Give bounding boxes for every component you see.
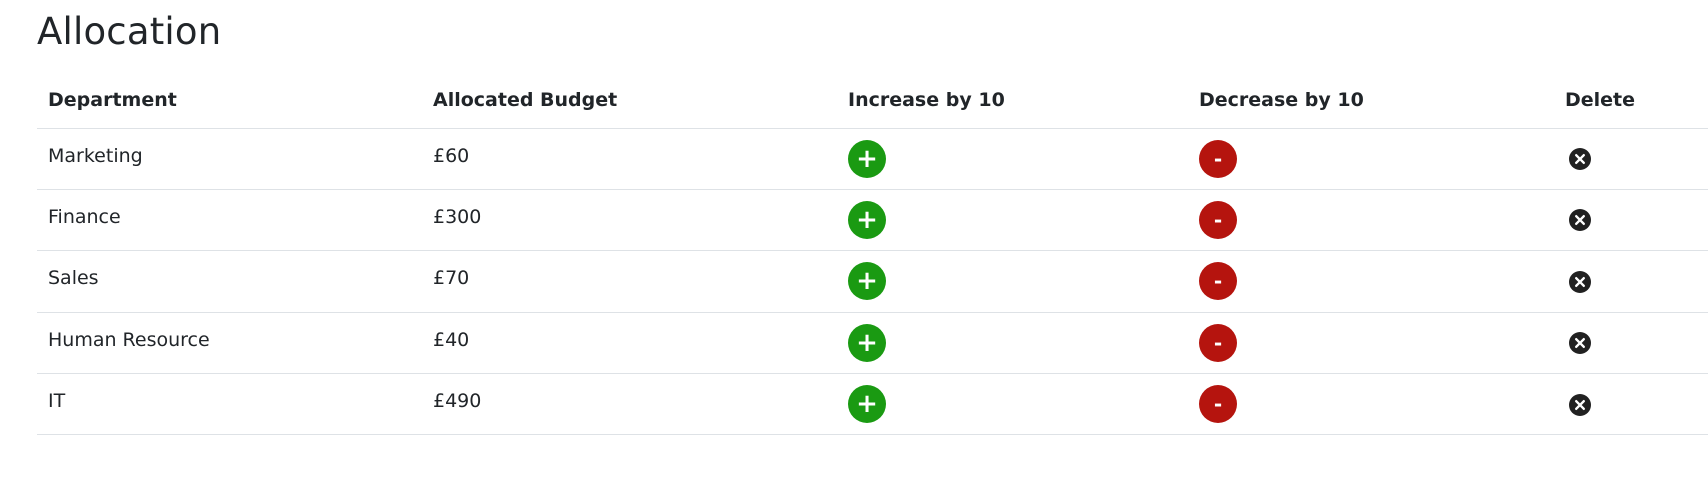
circle-x-icon <box>1575 153 1585 164</box>
circle-x-icon <box>1575 276 1585 287</box>
delete-button[interactable] <box>1569 209 1591 232</box>
allocation-table: Department Allocated Budget Increase by … <box>37 72 1708 436</box>
table-row: IT £490 + - <box>37 373 1708 436</box>
delete-cell <box>1554 312 1708 375</box>
increase-cell: + <box>837 128 1188 190</box>
increase-cell: + <box>837 373 1188 436</box>
table-header-row: Department Allocated Budget Increase by … <box>37 72 1708 129</box>
department-cell: Finance <box>37 189 422 252</box>
decrease-cell: - <box>1188 373 1554 436</box>
decrease-button[interactable]: - <box>1199 323 1237 362</box>
table-row: Finance £300 + - <box>37 189 1708 252</box>
increase-button[interactable]: + <box>848 201 886 240</box>
delete-cell <box>1554 250 1708 313</box>
increase-button[interactable]: + <box>848 262 886 301</box>
budget-cell: £300 <box>422 189 837 252</box>
delete-button[interactable] <box>1569 393 1591 416</box>
budget-cell: £40 <box>422 312 837 375</box>
department-cell: Sales <box>37 250 422 313</box>
department-name: Human Resource <box>48 328 210 351</box>
allocated-budget-value: £300 <box>433 206 482 229</box>
department-name: Sales <box>48 267 99 290</box>
department-cell: Marketing <box>37 128 422 190</box>
decrease-cell: - <box>1188 250 1554 313</box>
budget-cell: £60 <box>422 128 837 190</box>
page-title: Allocation <box>37 10 222 53</box>
decrease-cell: - <box>1188 128 1554 190</box>
delete-button[interactable] <box>1569 270 1591 293</box>
department-name: Marketing <box>48 144 143 167</box>
decrease-button[interactable]: - <box>1199 385 1237 424</box>
allocated-budget-value: £490 <box>433 390 482 413</box>
delete-cell <box>1554 128 1708 190</box>
allocated-budget-value: £70 <box>433 267 470 290</box>
circle-x-icon <box>1575 399 1585 410</box>
header-delete: Delete <box>1554 72 1708 129</box>
decrease-button[interactable]: - <box>1199 262 1237 301</box>
increase-button[interactable]: + <box>848 323 886 362</box>
increase-cell: + <box>837 250 1188 313</box>
allocated-budget-value: £60 <box>433 144 470 167</box>
header-allocated-budget: Allocated Budget <box>422 72 837 129</box>
department-cell: Human Resource <box>37 312 422 375</box>
delete-button[interactable] <box>1569 147 1591 170</box>
increase-cell: + <box>837 312 1188 375</box>
increase-button[interactable]: + <box>848 385 886 424</box>
decrease-cell: - <box>1188 189 1554 252</box>
increase-cell: + <box>837 189 1188 252</box>
department-cell: IT <box>37 373 422 436</box>
decrease-button[interactable]: - <box>1199 139 1237 178</box>
decrease-cell: - <box>1188 312 1554 375</box>
decrease-button[interactable]: - <box>1199 201 1237 240</box>
delete-cell <box>1554 189 1708 252</box>
header-decrease: Decrease by 10 <box>1188 72 1554 129</box>
table-row: Human Resource £40 + - <box>37 312 1708 375</box>
department-name: IT <box>48 390 66 413</box>
table-row: Marketing £60 + - <box>37 128 1708 190</box>
delete-cell <box>1554 373 1708 436</box>
header-increase: Increase by 10 <box>837 72 1188 129</box>
allocated-budget-value: £40 <box>433 328 470 351</box>
budget-cell: £70 <box>422 250 837 313</box>
department-name: Finance <box>48 206 121 229</box>
delete-button[interactable] <box>1569 332 1591 355</box>
circle-x-icon <box>1575 215 1585 226</box>
budget-cell: £490 <box>422 373 837 436</box>
table-row: Sales £70 + - <box>37 250 1708 313</box>
circle-x-icon <box>1575 338 1585 349</box>
header-department: Department <box>37 72 422 129</box>
increase-button[interactable]: + <box>848 139 886 178</box>
